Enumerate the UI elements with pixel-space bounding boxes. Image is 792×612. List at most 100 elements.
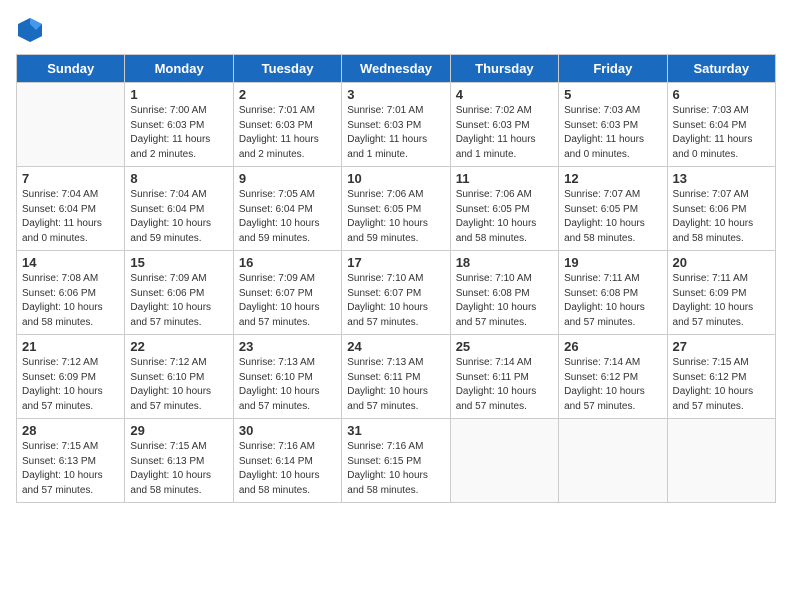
- day-header-tuesday: Tuesday: [233, 55, 341, 83]
- day-info: Sunrise: 7:15 AMSunset: 6:12 PMDaylight:…: [673, 356, 770, 414]
- day-info: Sunrise: 7:15 AMSunset: 6:13 PMDaylight:…: [130, 440, 227, 498]
- calendar-cell: 13 Sunrise: 7:07 AMSunset: 6:06 PMDayligh…: [667, 167, 775, 251]
- day-number: 25: [456, 339, 553, 354]
- day-info: Sunrise: 7:03 AMSunset: 6:03 PMDaylight:…: [564, 104, 661, 162]
- day-header-sunday: Sunday: [17, 55, 125, 83]
- day-info: Sunrise: 7:11 AMSunset: 6:08 PMDaylight:…: [564, 272, 661, 330]
- day-number: 27: [673, 339, 770, 354]
- day-info: Sunrise: 7:12 AMSunset: 6:10 PMDaylight:…: [130, 356, 227, 414]
- day-number: 8: [130, 171, 227, 186]
- day-number: 26: [564, 339, 661, 354]
- day-info: Sunrise: 7:01 AMSunset: 6:03 PMDaylight:…: [347, 104, 444, 162]
- calendar-cell: [17, 83, 125, 167]
- day-number: 19: [564, 255, 661, 270]
- calendar-cell: 12 Sunrise: 7:07 AMSunset: 6:05 PMDayligh…: [559, 167, 667, 251]
- calendar-week-3: 14 Sunrise: 7:08 AMSunset: 6:06 PMDayligh…: [17, 251, 776, 335]
- day-info: Sunrise: 7:10 AMSunset: 6:08 PMDaylight:…: [456, 272, 553, 330]
- calendar-cell: 30 Sunrise: 7:16 AMSunset: 6:14 PMDayligh…: [233, 419, 341, 503]
- day-number: 16: [239, 255, 336, 270]
- day-number: 30: [239, 423, 336, 438]
- calendar-cell: 6 Sunrise: 7:03 AMSunset: 6:04 PMDaylight…: [667, 83, 775, 167]
- day-number: 17: [347, 255, 444, 270]
- calendar-cell: 14 Sunrise: 7:08 AMSunset: 6:06 PMDayligh…: [17, 251, 125, 335]
- calendar-cell: 28 Sunrise: 7:15 AMSunset: 6:13 PMDayligh…: [17, 419, 125, 503]
- day-number: 7: [22, 171, 119, 186]
- calendar-cell: 2Sunrise: 7:01 AMSunset: 6:03 PMDaylight…: [233, 83, 341, 167]
- day-info: Sunrise: 7:14 AMSunset: 6:12 PMDaylight:…: [564, 356, 661, 414]
- calendar-cell: 1 Sunrise: 7:00 AMSunset: 6:03 PMDaylight…: [125, 83, 233, 167]
- day-info: Sunrise: 7:07 AMSunset: 6:05 PMDaylight:…: [564, 188, 661, 246]
- day-info: Sunrise: 7:03 AMSunset: 6:04 PMDaylight:…: [673, 104, 770, 162]
- day-info: Sunrise: 7:05 AMSunset: 6:04 PMDaylight:…: [239, 188, 336, 246]
- day-info: Sunrise: 7:00 AMSunset: 6:03 PMDaylight:…: [130, 104, 227, 162]
- day-info: Sunrise: 7:13 AMSunset: 6:10 PMDaylight:…: [239, 356, 336, 414]
- calendar-cell: 22 Sunrise: 7:12 AMSunset: 6:10 PMDayligh…: [125, 335, 233, 419]
- day-info: Sunrise: 7:15 AMSunset: 6:13 PMDaylight:…: [22, 440, 119, 498]
- calendar-header-row: SundayMondayTuesdayWednesdayThursdayFrid…: [17, 55, 776, 83]
- day-info: Sunrise: 7:06 AMSunset: 6:05 PMDaylight:…: [456, 188, 553, 246]
- day-number: 29: [130, 423, 227, 438]
- day-number: 9: [239, 171, 336, 186]
- day-number: 12: [564, 171, 661, 186]
- calendar-cell: 18 Sunrise: 7:10 AMSunset: 6:08 PMDayligh…: [450, 251, 558, 335]
- day-info: Sunrise: 7:16 AMSunset: 6:14 PMDaylight:…: [239, 440, 336, 498]
- calendar-cell: 20 Sunrise: 7:11 AMSunset: 6:09 PMDayligh…: [667, 251, 775, 335]
- calendar-table: SundayMondayTuesdayWednesdayThursdayFrid…: [16, 54, 776, 503]
- day-number: 24: [347, 339, 444, 354]
- calendar-cell: 10Sunrise: 7:06 AMSunset: 6:05 PMDayligh…: [342, 167, 450, 251]
- calendar-cell: 8 Sunrise: 7:04 AMSunset: 6:04 PMDaylight…: [125, 167, 233, 251]
- day-number: 28: [22, 423, 119, 438]
- calendar-cell: 25 Sunrise: 7:14 AMSunset: 6:11 PMDayligh…: [450, 335, 558, 419]
- day-info: Sunrise: 7:01 AMSunset: 6:03 PMDaylight:…: [239, 104, 336, 162]
- calendar-week-2: 7 Sunrise: 7:04 AMSunset: 6:04 PMDaylight…: [17, 167, 776, 251]
- calendar-cell: 21 Sunrise: 7:12 AMSunset: 6:09 PMDayligh…: [17, 335, 125, 419]
- day-header-wednesday: Wednesday: [342, 55, 450, 83]
- page-header: [16, 16, 776, 44]
- calendar-cell: 5 Sunrise: 7:03 AMSunset: 6:03 PMDaylight…: [559, 83, 667, 167]
- day-info: Sunrise: 7:08 AMSunset: 6:06 PMDaylight:…: [22, 272, 119, 330]
- day-info: Sunrise: 7:04 AMSunset: 6:04 PMDaylight:…: [130, 188, 227, 246]
- calendar-cell: [559, 419, 667, 503]
- day-info: Sunrise: 7:16 AMSunset: 6:15 PMDaylight:…: [347, 440, 444, 498]
- calendar-cell: 23Sunrise: 7:13 AMSunset: 6:10 PMDayligh…: [233, 335, 341, 419]
- calendar-cell: 31 Sunrise: 7:16 AMSunset: 6:15 PMDayligh…: [342, 419, 450, 503]
- day-header-thursday: Thursday: [450, 55, 558, 83]
- day-number: 6: [673, 87, 770, 102]
- calendar-cell: 29 Sunrise: 7:15 AMSunset: 6:13 PMDayligh…: [125, 419, 233, 503]
- day-number: 5: [564, 87, 661, 102]
- day-info: Sunrise: 7:11 AMSunset: 6:09 PMDaylight:…: [673, 272, 770, 330]
- day-number: 31: [347, 423, 444, 438]
- logo: [16, 16, 48, 44]
- calendar-cell: 19 Sunrise: 7:11 AMSunset: 6:08 PMDayligh…: [559, 251, 667, 335]
- day-number: 13: [673, 171, 770, 186]
- calendar-cell: 9 Sunrise: 7:05 AMSunset: 6:04 PMDaylight…: [233, 167, 341, 251]
- day-number: 22: [130, 339, 227, 354]
- calendar-cell: 11 Sunrise: 7:06 AMSunset: 6:05 PMDayligh…: [450, 167, 558, 251]
- calendar-cell: 15Sunrise: 7:09 AMSunset: 6:06 PMDayligh…: [125, 251, 233, 335]
- day-info: Sunrise: 7:14 AMSunset: 6:11 PMDaylight:…: [456, 356, 553, 414]
- day-number: 21: [22, 339, 119, 354]
- day-info: Sunrise: 7:12 AMSunset: 6:09 PMDaylight:…: [22, 356, 119, 414]
- day-number: 3: [347, 87, 444, 102]
- day-info: Sunrise: 7:07 AMSunset: 6:06 PMDaylight:…: [673, 188, 770, 246]
- day-number: 11: [456, 171, 553, 186]
- day-number: 15: [130, 255, 227, 270]
- calendar-cell: 16Sunrise: 7:09 AMSunset: 6:07 PMDayligh…: [233, 251, 341, 335]
- day-number: 18: [456, 255, 553, 270]
- calendar-week-4: 21 Sunrise: 7:12 AMSunset: 6:09 PMDayligh…: [17, 335, 776, 419]
- day-number: 1: [130, 87, 227, 102]
- day-number: 10: [347, 171, 444, 186]
- calendar-cell: [667, 419, 775, 503]
- day-header-monday: Monday: [125, 55, 233, 83]
- day-info: Sunrise: 7:13 AMSunset: 6:11 PMDaylight:…: [347, 356, 444, 414]
- calendar-cell: 24 Sunrise: 7:13 AMSunset: 6:11 PMDayligh…: [342, 335, 450, 419]
- calendar-cell: 17 Sunrise: 7:10 AMSunset: 6:07 PMDayligh…: [342, 251, 450, 335]
- calendar-cell: [450, 419, 558, 503]
- day-info: Sunrise: 7:10 AMSunset: 6:07 PMDaylight:…: [347, 272, 444, 330]
- calendar-body: 1 Sunrise: 7:00 AMSunset: 6:03 PMDaylight…: [17, 83, 776, 503]
- day-info: Sunrise: 7:02 AMSunset: 6:03 PMDaylight:…: [456, 104, 553, 162]
- day-number: 14: [22, 255, 119, 270]
- calendar-cell: 7Sunrise: 7:04 AMSunset: 6:04 PMDaylight…: [17, 167, 125, 251]
- day-number: 20: [673, 255, 770, 270]
- calendar-week-1: 1 Sunrise: 7:00 AMSunset: 6:03 PMDaylight…: [17, 83, 776, 167]
